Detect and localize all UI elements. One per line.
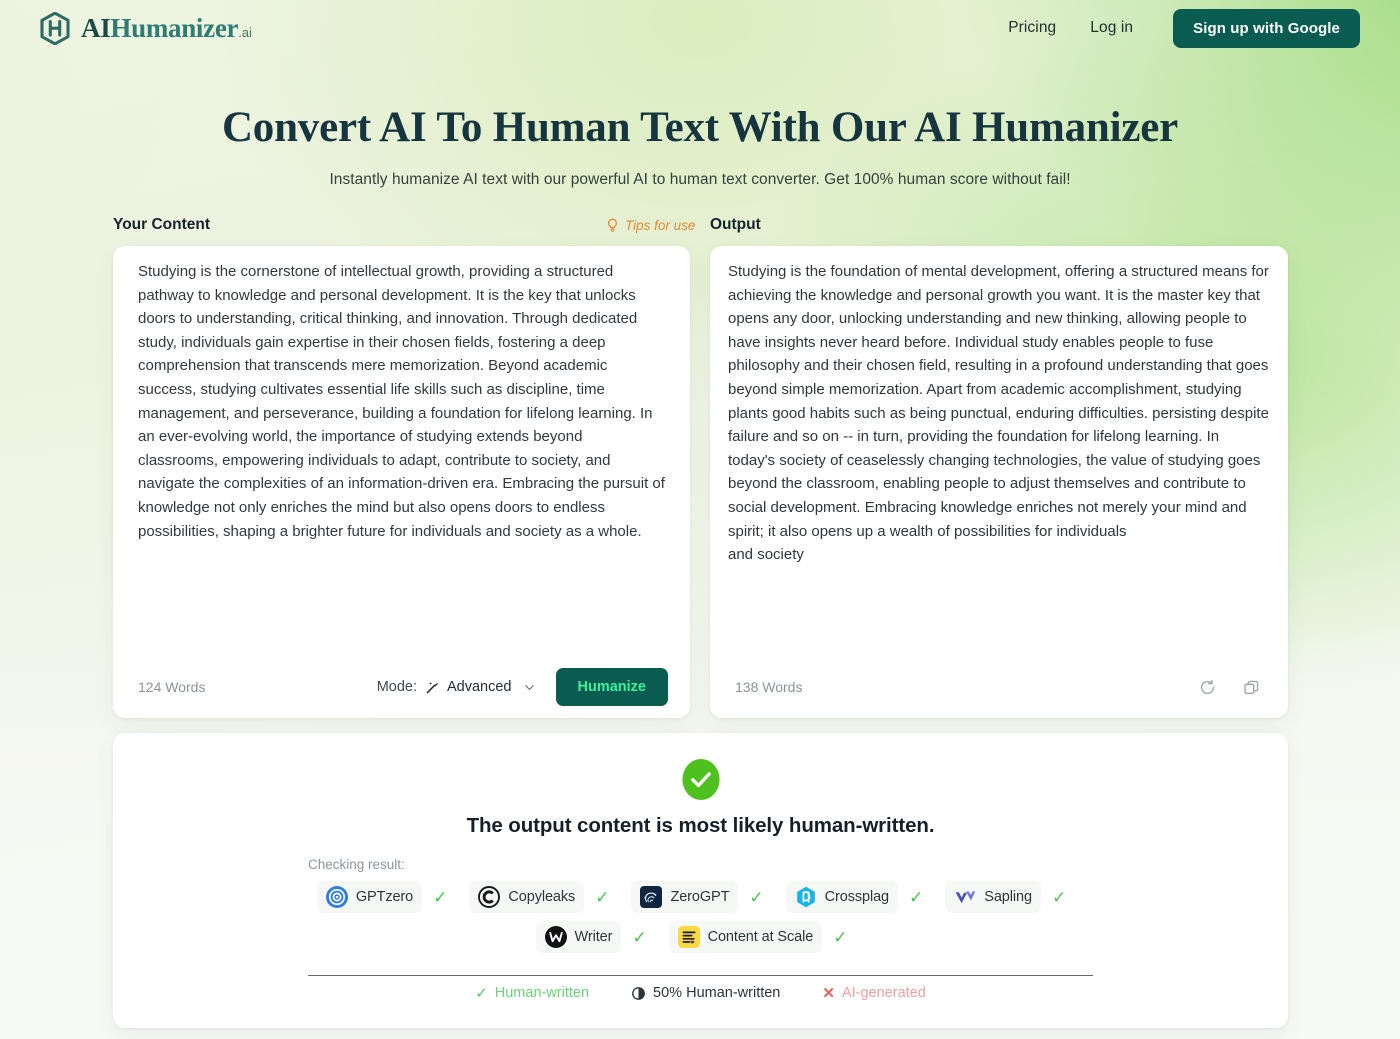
input-panel-label: Your Content [113, 216, 211, 233]
logo-text-ai: AI [81, 12, 111, 43]
detector-copyleaks[interactable]: Copyleaks [469, 881, 585, 913]
site-header: AIHumanizer.ai Pricing Log in Sign up wi… [0, 0, 1400, 56]
logo-text: AIHumanizer.ai [81, 12, 252, 43]
output-textarea-wrap[interactable]: Studying is the foundation of mental dev… [710, 246, 1288, 656]
detector-pass-icon: ✓ [1051, 887, 1067, 907]
detector-crossplag[interactable]: Crossplag [785, 881, 899, 913]
detector-pass-icon: ✓ [632, 927, 647, 947]
checking-result-label: Checking result: [308, 857, 405, 872]
input-panel-footer: 124 Words Mode: Advanced Humanize [113, 656, 690, 718]
output-panel-label: Output [710, 216, 761, 233]
detector-name: Crossplag [824, 889, 890, 905]
page-title: Convert AI To Human Text With Our AI Hum… [221, 104, 1179, 151]
legend-label: Human-written [494, 985, 590, 1001]
detector-pass-icon: ✓ [749, 887, 764, 907]
logo-text-humanizer: Humanizer [110, 12, 239, 43]
output-panel: Studying is the foundation of mental dev… [710, 246, 1288, 718]
detector-writer[interactable]: Writer [535, 921, 622, 953]
page-root: AIHumanizer.ai Pricing Log in Sign up wi… [0, 0, 1400, 1039]
output-textarea[interactable]: Studying is the foundation of mental dev… [728, 260, 1270, 567]
half-circle-icon [632, 986, 645, 1000]
detector-sapling[interactable]: Sapling [945, 881, 1041, 913]
mode-value: Advanced [447, 679, 512, 695]
cross-icon: ✕ [822, 984, 835, 1002]
input-word-count: 124 Words [138, 679, 206, 695]
legend-item-ai-generated: ✕ AI-generated [822, 985, 925, 1001]
hero-section: Convert AI To Human Text With Our AI Hum… [0, 104, 1400, 189]
lightbulb-icon [608, 218, 617, 232]
detector-pass-icon: ✓ [909, 887, 924, 907]
sapling-icon [955, 891, 976, 904]
detector-pass-icon: ✓ [595, 887, 610, 907]
humanize-button[interactable]: Humanize [555, 668, 668, 706]
input-panel: Studying is the cornerstone of intellect… [113, 246, 690, 718]
writer-icon [544, 926, 567, 948]
detector-name: Copyleaks [508, 889, 576, 905]
success-check-icon [681, 758, 720, 801]
editor-labels-row: Your Content Tips for use Output [113, 216, 1288, 240]
mode-label: Mode: [376, 679, 417, 695]
detector-name: ZeroGPT [670, 889, 730, 905]
input-textarea[interactable]: Studying is the cornerstone of intellect… [138, 260, 666, 543]
detector-zerogpt[interactable]: ZeroGPT [631, 881, 739, 913]
zerogpt-icon [640, 886, 663, 908]
gptzero-icon [325, 886, 348, 908]
mode-dropdown[interactable]: Advanced [425, 679, 536, 695]
output-word-count: 138 Words [735, 679, 803, 695]
legend-label: AI-generated [841, 985, 926, 1001]
chevron-down-icon [524, 684, 534, 690]
nav-item-pricing[interactable]: Pricing [1008, 19, 1056, 37]
detector-name: Writer [574, 929, 613, 945]
detection-result-card: The output content is most likely human-… [113, 733, 1288, 1028]
detector-list: GPTzero ✓ Copyleaks ✓ ZeroGPT ✓ Crosspla… [113, 881, 1288, 953]
crossplag-icon [796, 886, 815, 908]
detector-name: Sapling [984, 889, 1032, 905]
legend-item-half-human: 50% Human-written [631, 985, 780, 1001]
detector-name: Content at Scale [707, 929, 814, 945]
result-title: The output content is most likely human-… [466, 814, 935, 837]
copy-icon [1243, 680, 1258, 694]
regenerate-button[interactable] [1192, 672, 1222, 702]
content-at-scale-icon [677, 926, 700, 948]
detector-pass-icon: ✓ [833, 927, 848, 947]
legend-label: 50% Human-written [653, 985, 781, 1001]
detector-row: Writer ✓ Content at Scale ✓ [113, 921, 1288, 953]
tips-for-use-label: Tips for use [625, 218, 696, 233]
refresh-icon [1200, 679, 1214, 694]
legend-item-human-written: ✓ Human-written [475, 985, 589, 1001]
main-nav: Pricing Log in Sign up with Google [1008, 8, 1360, 48]
magic-wand-icon [426, 681, 439, 693]
output-panel-footer: 138 Words [710, 656, 1288, 718]
detector-name: GPTzero [355, 889, 414, 905]
output-panel-controls [1178, 672, 1266, 702]
legend: ✓ Human-written 50% Human-written ✕ AI-g… [113, 985, 1288, 1001]
detector-content-at-scale[interactable]: Content at Scale [668, 921, 823, 953]
tips-for-use-link[interactable]: Tips for use [605, 218, 695, 233]
signup-with-google-button[interactable]: Sign up with Google [1173, 8, 1360, 48]
detector-pass-icon: ✓ [433, 887, 448, 907]
logo-text-suffix: .ai [238, 24, 252, 40]
copyleaks-icon [478, 886, 501, 908]
page-subtitle: Instantly humanize AI text with our powe… [329, 171, 1071, 189]
legend-divider [308, 975, 1093, 976]
input-textarea-wrap[interactable]: Studying is the cornerstone of intellect… [113, 246, 690, 656]
nav-item-login[interactable]: Log in [1090, 19, 1133, 37]
check-icon: ✓ [475, 984, 488, 1002]
copy-button[interactable] [1236, 672, 1266, 702]
detector-row: GPTzero ✓ Copyleaks ✓ ZeroGPT ✓ Crosspla… [113, 881, 1288, 913]
logo-hexagon-icon [40, 11, 70, 45]
detector-gptzero[interactable]: GPTzero [316, 881, 423, 913]
logo[interactable]: AIHumanizer.ai [40, 11, 252, 45]
input-panel-controls: Mode: Advanced Humanize [377, 668, 668, 706]
